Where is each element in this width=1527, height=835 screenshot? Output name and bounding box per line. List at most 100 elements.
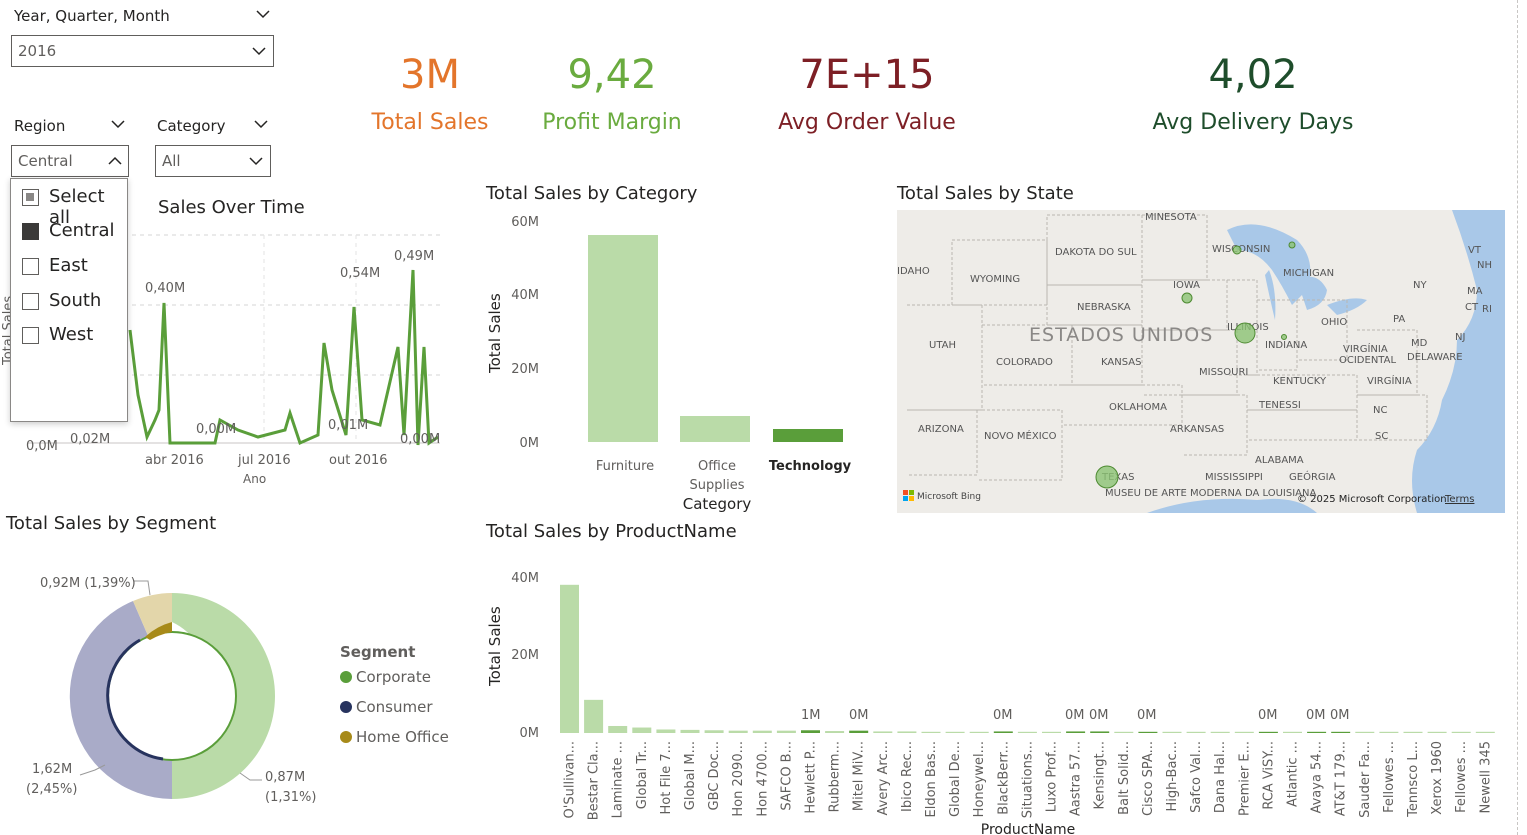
x-tick-label: Aastra 57...	[1069, 741, 1084, 816]
product-bar[interactable]	[1234, 731, 1254, 733]
x-axis-label: ProductName	[981, 822, 1075, 835]
x-tick-label: Mitel MiV...	[852, 741, 867, 811]
map-terms-link[interactable]: Terms	[1444, 494, 1474, 505]
region-dropdown[interactable]: Central	[11, 145, 129, 177]
data-label: 0,02M	[70, 432, 110, 447]
product-bar[interactable]	[656, 729, 676, 733]
state-label: IOWA	[1173, 280, 1200, 291]
y-tick-label: 60M	[511, 215, 539, 230]
product-bar[interactable]	[728, 730, 748, 733]
bubble-iowa[interactable]	[1181, 292, 1193, 304]
central-checkbox[interactable]	[22, 223, 39, 240]
product-bar[interactable]	[993, 731, 1013, 733]
state-label: DELAWARE	[1407, 352, 1463, 363]
region-option-east[interactable]: East	[49, 255, 88, 276]
legend-home-office[interactable]: Home Office	[340, 728, 449, 746]
product-bar[interactable]	[608, 725, 628, 733]
x-tick-label: O'Sullivan...	[563, 741, 578, 818]
bubble-illinois[interactable]	[1234, 322, 1256, 344]
product-bar[interactable]	[752, 730, 772, 733]
region-option-south[interactable]: South	[49, 290, 101, 311]
product-bar[interactable]	[1451, 731, 1471, 733]
product-bar[interactable]	[1017, 731, 1037, 733]
bar-data-label: 0M	[1258, 708, 1278, 723]
product-bar[interactable]	[704, 730, 724, 733]
east-checkbox[interactable]	[22, 258, 39, 275]
bubble-texas[interactable]	[1095, 465, 1119, 489]
data-label: 0,01M	[328, 418, 368, 433]
product-bar[interactable]	[1114, 731, 1134, 733]
bar-technology[interactable]	[773, 429, 843, 442]
data-label: 0,0M	[26, 439, 58, 454]
product-bar[interactable]	[1283, 731, 1302, 733]
product-bar[interactable]	[1403, 731, 1423, 733]
product-bar[interactable]	[1066, 731, 1086, 733]
segment-donut-chart[interactable]: 0,92M (1,39%) 1,62M (2,45%) 0,87M (1,31%…	[0, 565, 330, 810]
product-bar[interactable]	[873, 731, 893, 733]
south-checkbox[interactable]	[22, 293, 39, 310]
product-bar[interactable]	[1186, 731, 1206, 733]
sales-line-series[interactable]	[128, 269, 439, 446]
bubble-wisconsin[interactable]	[1232, 245, 1242, 255]
bubble-indiana[interactable]	[1281, 334, 1287, 340]
label-corporate-pct: (1,31%)	[265, 790, 316, 805]
state-label: NEBRASKA	[1077, 302, 1131, 313]
state-label: TENESSI	[1258, 400, 1301, 411]
product-bar[interactable]	[680, 729, 700, 733]
product-bar[interactable]	[1355, 731, 1375, 733]
region-options-popup[interactable]: Select all Central East South West	[10, 178, 128, 422]
data-label: 0,00M	[400, 432, 440, 447]
product-bar[interactable]	[969, 731, 989, 733]
product-bar[interactable]	[1210, 731, 1230, 733]
chevron-down-icon[interactable]	[110, 116, 126, 132]
chevron-down-icon[interactable]	[253, 116, 269, 132]
x-tick-label-office: Office	[698, 459, 736, 474]
category-chart[interactable]: 60M 40M 20M 0M Total Sales Furniture Off…	[480, 205, 870, 515]
x-tick-label: Hot File 7...	[659, 741, 674, 815]
product-bars[interactable]	[560, 584, 1495, 733]
west-checkbox[interactable]	[22, 327, 39, 344]
x-tick-label: Avaya 54...	[1310, 741, 1325, 814]
x-tick-label: out 2016	[329, 453, 388, 468]
product-bar[interactable]	[1258, 731, 1278, 733]
category-dropdown[interactable]: All	[155, 145, 271, 177]
state-label: SC	[1375, 431, 1388, 442]
product-bar[interactable]	[1138, 731, 1158, 733]
bubble-michigan[interactable]	[1288, 241, 1296, 249]
sales-by-state-map[interactable]: MINESOTA DAKOTA DO SUL WISCONSIN MICHIGA…	[897, 210, 1505, 513]
region-option-west[interactable]: West	[49, 324, 93, 345]
product-bar[interactable]	[945, 731, 965, 733]
product-bar[interactable]	[776, 730, 796, 733]
date-dropdown[interactable]: 2016	[11, 35, 274, 67]
scrollbar[interactable]	[1517, 0, 1518, 835]
x-tick-label: Hewlett P...	[804, 741, 819, 814]
bar-office-supplies[interactable]	[680, 416, 750, 442]
product-bar[interactable]	[1331, 731, 1351, 733]
date-dropdown-value: 2016	[18, 42, 57, 60]
product-bar[interactable]	[897, 731, 917, 733]
bar-furniture[interactable]	[588, 235, 658, 442]
product-bar[interactable]	[849, 730, 869, 733]
product-bar[interactable]	[1042, 731, 1061, 733]
state-label: COLORADO	[996, 357, 1053, 368]
product-bar[interactable]	[801, 730, 820, 733]
legend-corporate[interactable]: Corporate	[340, 668, 431, 686]
chevron-down-icon[interactable]	[255, 6, 271, 22]
product-bar[interactable]	[1475, 731, 1495, 733]
product-bar[interactable]	[1090, 731, 1110, 733]
product-bar[interactable]	[1307, 731, 1327, 733]
product-bar[interactable]	[632, 727, 652, 733]
product-bar[interactable]	[560, 584, 579, 733]
product-bar[interactable]	[1427, 731, 1447, 733]
product-chart[interactable]: 40M 20M 0M Total Sales O'Sullivan... Best…	[480, 560, 1500, 835]
legend-consumer[interactable]: Consumer	[340, 698, 433, 716]
bar-data-label: 0M	[1137, 708, 1157, 723]
product-bar[interactable]	[584, 699, 604, 733]
product-bar[interactable]	[1379, 731, 1399, 733]
region-option-central[interactable]: Central	[49, 220, 115, 241]
product-bar[interactable]	[825, 731, 845, 733]
select-all-checkbox[interactable]	[22, 189, 39, 206]
product-bar[interactable]	[921, 731, 941, 733]
kpi-profit-margin-value: 9,42	[567, 52, 657, 98]
product-bar[interactable]	[1162, 731, 1182, 733]
